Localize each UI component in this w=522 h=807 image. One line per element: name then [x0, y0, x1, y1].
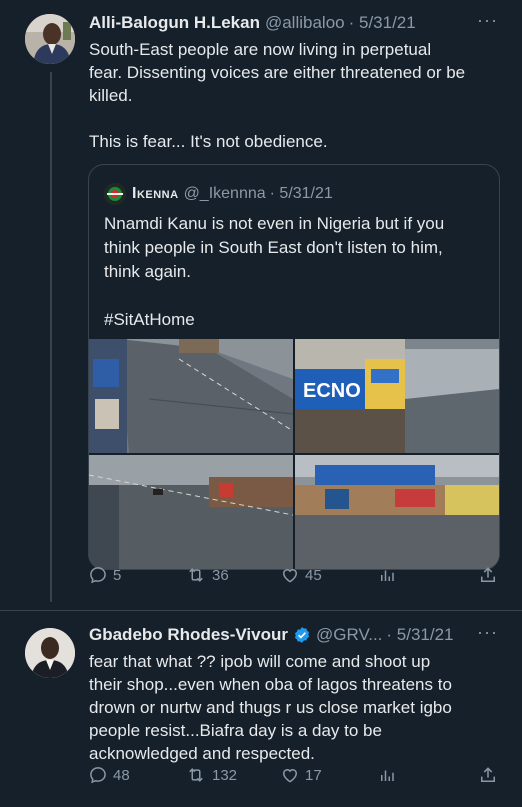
thread-line	[50, 72, 52, 602]
like-count: 45	[305, 566, 322, 584]
share-icon	[481, 767, 495, 782]
photo-empty-street-1[interactable]	[89, 339, 293, 453]
like-button[interactable]: 45	[280, 565, 322, 585]
photo-empty-street-3[interactable]	[89, 455, 293, 569]
avatar-photo	[25, 628, 75, 678]
photo-empty-street-2[interactable]: ECNO	[295, 339, 499, 453]
quoted-avatar-logo-icon	[104, 183, 126, 205]
tweet-text: fear that what ?? ipob will come and sho…	[89, 650, 509, 765]
like-count: 17	[305, 766, 322, 784]
like-button[interactable]: 17	[280, 765, 322, 785]
analytics-icon	[381, 570, 394, 581]
tweet-text-line: fear that what ?? ipob will come and sho…	[89, 652, 431, 671]
avatar-photo	[25, 14, 75, 64]
analytics-button[interactable]	[378, 765, 396, 785]
reply-button[interactable]: 48	[88, 765, 130, 785]
tweet-date[interactable]: · 5/31/21	[349, 13, 416, 33]
retweet-button[interactable]: 132	[185, 765, 237, 785]
tweet-text-line: killed.	[89, 86, 133, 105]
tweet-text-line: their shop...even when oba of lagos thre…	[89, 675, 452, 694]
retweet-button[interactable]: 36	[185, 565, 229, 585]
quoted-author-name[interactable]: Ikenna	[132, 185, 179, 203]
retweet-count: 132	[212, 766, 238, 784]
reply-count: 48	[113, 766, 130, 784]
photo-empty-street-4[interactable]	[295, 455, 499, 569]
retweet-icon	[189, 768, 203, 782]
author-handle[interactable]: @allibaloo	[265, 13, 345, 33]
more-icon[interactable]: ···	[477, 622, 498, 643]
reply-button[interactable]: 5	[88, 565, 121, 585]
reply-count: 5	[113, 566, 122, 584]
quoted-tweet-text: Nnamdi Kanu is not even in Nigeria but i…	[104, 212, 489, 332]
reply-icon	[90, 567, 106, 584]
tweet-text-line: South-East people are now living in perp…	[89, 40, 432, 59]
quoted-tweet-date[interactable]: · 5/31/21	[270, 185, 333, 203]
tweet-text-line: drown or nurtw and thugs r us close mark…	[89, 698, 452, 717]
street-image	[89, 339, 293, 453]
divider	[0, 610, 522, 611]
tweet-date[interactable]: · 5/31/21	[386, 625, 453, 645]
author-handle[interactable]: @GRV...	[316, 625, 382, 645]
tweet-header: Alli-Balogun H.Lekan @allibaloo · 5/31/2…	[89, 13, 416, 33]
retweet-icon	[189, 568, 203, 582]
quoted-tweet[interactable]: Ikenna @_Ikennna · 5/31/21 Nnamdi Kanu i…	[88, 164, 500, 570]
retweet-count: 36	[212, 566, 229, 584]
quoted-author-handle[interactable]: @_Ikennna	[184, 185, 266, 203]
tweet-text-spacer	[89, 107, 509, 130]
quoted-text-line: think again.	[104, 262, 191, 281]
quoted-hashtag[interactable]: #SitAtHome	[104, 308, 489, 332]
street-image	[89, 455, 293, 569]
quoted-text-line: Nnamdi Kanu is not even in Nigeria but i…	[104, 214, 445, 233]
share-button[interactable]	[478, 765, 498, 785]
share-icon	[481, 567, 495, 582]
quoted-avatar[interactable]	[104, 183, 126, 205]
share-button[interactable]	[478, 565, 498, 585]
quoted-text-spacer	[104, 284, 489, 308]
tweet-text-line: This is fear... It's not obedience.	[89, 132, 328, 151]
reply-icon	[90, 767, 106, 784]
author-name[interactable]: Gbadebo Rhodes-Vivour	[89, 625, 288, 645]
tweet-text-line: acknowledged and respected.	[89, 744, 315, 763]
street-image	[295, 455, 499, 569]
tweet-text: South-East people are now living in perp…	[89, 38, 509, 153]
heart-icon	[282, 569, 298, 583]
avatar[interactable]	[25, 14, 75, 64]
analytics-icon	[381, 770, 394, 781]
street-image: ECNO	[295, 339, 499, 453]
tweet-text-line: people resist...Biafra day is a day to b…	[89, 721, 382, 740]
verified-badge-icon	[294, 627, 310, 643]
tweet-text-line: fear. Dissenting voices are either threa…	[89, 63, 466, 82]
quoted-tweet-header: Ikenna @_Ikennna · 5/31/21	[104, 183, 333, 205]
shop-sign-text: ECNO	[303, 380, 361, 402]
author-name[interactable]: Alli-Balogun H.Lekan	[89, 13, 260, 33]
avatar[interactable]	[25, 628, 75, 678]
quoted-text-line: think people in South East don't listen …	[104, 238, 443, 257]
analytics-button[interactable]	[378, 565, 396, 585]
more-icon[interactable]: ···	[477, 10, 498, 31]
tweet-header: Gbadebo Rhodes-Vivour @GRV... · 5/31/21	[89, 625, 454, 645]
heart-icon	[282, 769, 298, 783]
